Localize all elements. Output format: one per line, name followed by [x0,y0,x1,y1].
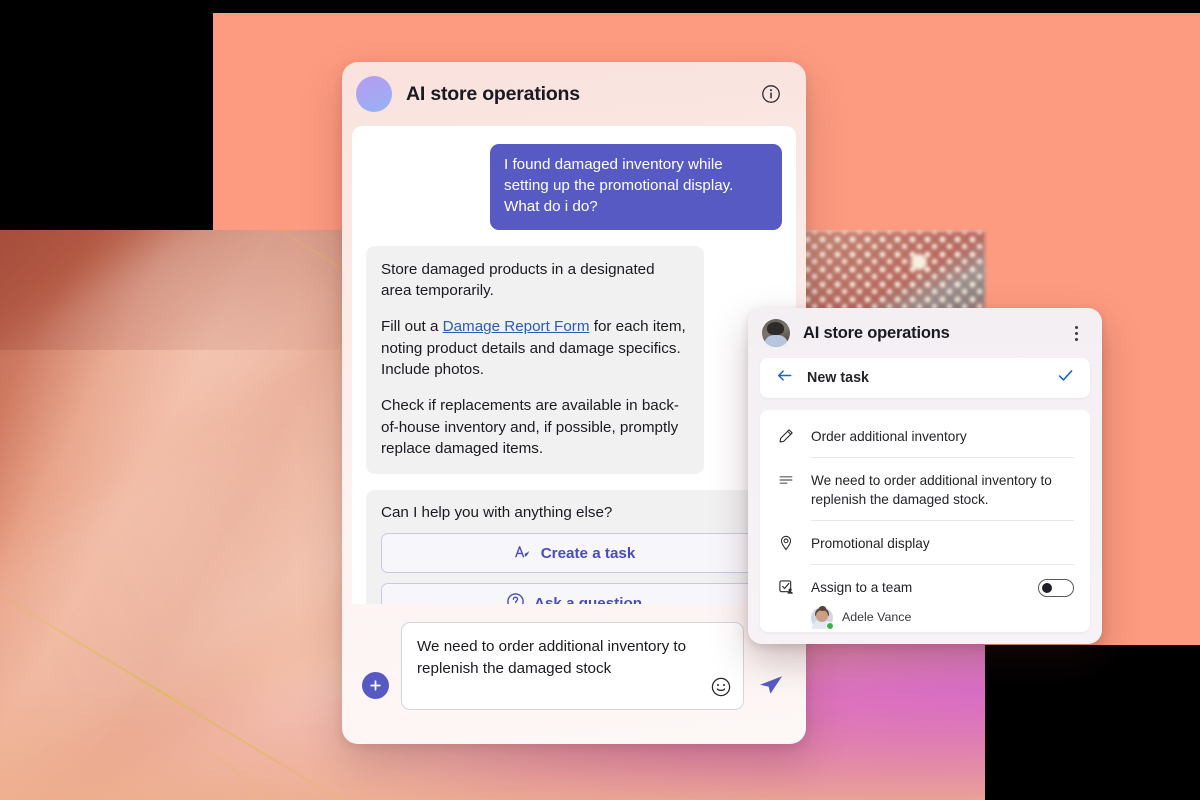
assign-to-a-team-label: Assign to a team [811,579,913,595]
assistant-paragraph-2-pre: Fill out a [381,318,443,336]
assistant-paragraph-3: Check if replacements are available in b… [381,397,679,457]
suggestion-card: Can I help you with anything else? Creat… [366,490,782,604]
create-a-task-button[interactable]: Create a task [381,533,767,574]
pencil-icon [776,414,796,445]
chat-composer: We need to order additional inventory to… [342,606,806,744]
task-field-description-row[interactable]: We need to order additional inventory to… [760,458,1090,522]
info-icon[interactable] [758,81,784,107]
task-header: AI store operations [748,308,1102,358]
question-circle-icon [506,592,525,604]
user-avatar [762,319,790,347]
task-location-value: Promotional display [811,521,1074,565]
back-arrow-icon[interactable] [775,366,794,390]
task-assign-row[interactable]: Assign to a team Adele Vance [760,565,1090,632]
assistant-avatar [356,76,392,112]
message-row-outgoing: I found damaged inventory while setting … [366,144,782,230]
assignee[interactable]: Adele Vance [811,605,1074,630]
chat-title: AI store operations [406,82,580,105]
message-input-value: We need to order additional inventory to… [417,638,687,677]
task-description-value: We need to order additional inventory to… [811,458,1074,522]
task-form: Order additional inventory We need to or… [760,410,1090,632]
task-subbar: New task [760,358,1090,398]
damage-report-form-link[interactable]: Damage Report Form [443,318,590,335]
chat-header: AI store operations [342,62,806,126]
ask-a-question-button[interactable]: Ask a question [381,583,767,604]
message-input[interactable]: We need to order additional inventory to… [401,622,744,710]
task-window: AI store operations New task Order addit… [748,308,1102,644]
screenshot-root: AI store operations I found damaged inve… [0,0,1200,800]
emoji-smiley-icon[interactable] [710,676,732,698]
assignee-name: Adele Vance [842,609,912,624]
location-pin-icon [776,521,796,552]
create-task-icon [513,542,532,565]
task-field-location-row[interactable]: Promotional display [760,521,1090,565]
chat-window: AI store operations I found damaged inve… [342,62,806,744]
checkmark-icon[interactable] [1056,366,1075,390]
description-lines-icon [776,458,796,489]
kebab-menu-icon[interactable] [1066,323,1086,343]
send-icon[interactable] [756,670,786,700]
avatar [811,605,834,630]
task-subbar-label: New task [807,370,869,386]
assign-toggle[interactable] [1038,578,1074,597]
message-bubble-user: I found damaged inventory while setting … [490,144,782,230]
task-title-value: Order additional inventory [811,414,1074,458]
task-assign-field: Assign to a team Adele Vance [811,565,1074,632]
suggestion-prompt: Can I help you with anything else? [381,504,613,522]
message-row-incoming: Store damaged products in a designated a… [366,245,782,475]
assistant-paragraph-1: Store damaged products in a designated a… [381,260,655,300]
plus-icon[interactable] [362,671,389,699]
assistant-paragraph-2: Fill out a Damage Report Form for each i… [381,316,689,380]
presence-indicator [826,621,834,630]
chat-message-list[interactable]: I found damaged inventory while setting … [352,126,796,604]
create-a-task-label: Create a task [540,544,636,562]
task-window-title: AI store operations [803,323,950,342]
task-field-title-row[interactable]: Order additional inventory [760,414,1090,458]
task-assign-header: Assign to a team [811,578,1074,598]
message-bubble-assistant: Store damaged products in a designated a… [366,245,704,475]
assign-task-icon [776,565,796,596]
ask-a-question-label: Ask a question [533,594,643,604]
